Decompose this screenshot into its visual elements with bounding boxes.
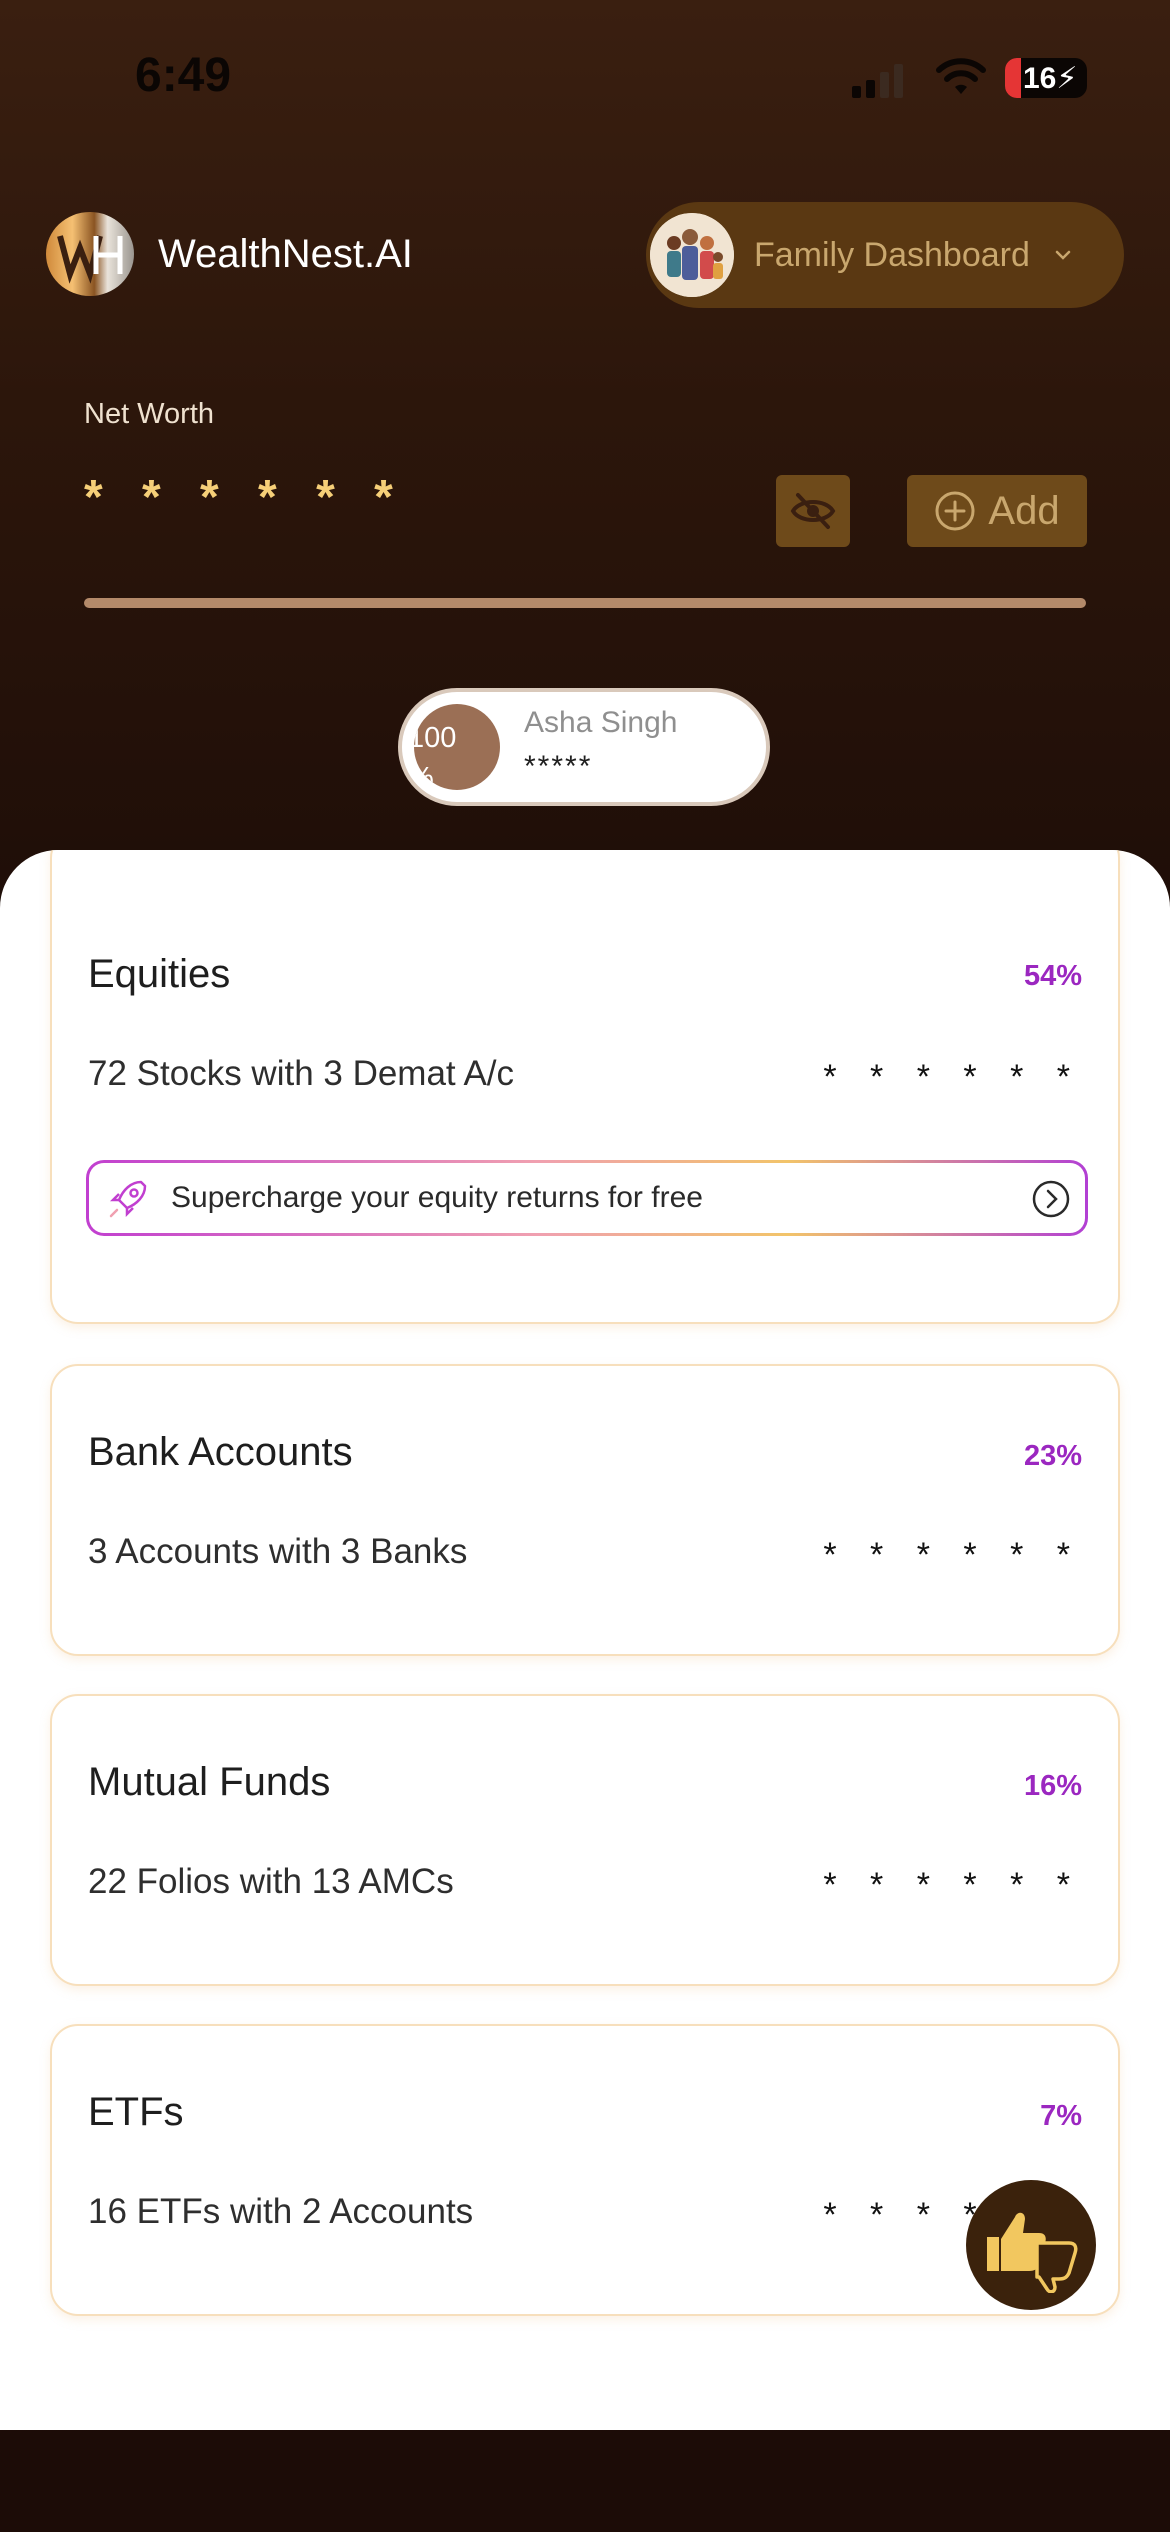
holding-amount: * * * * * * xyxy=(823,1536,1082,1574)
holding-title: Equities xyxy=(88,952,231,996)
member-name: Asha Singh xyxy=(524,706,678,739)
eye-off-icon xyxy=(790,493,836,529)
family-avatar-icon xyxy=(650,213,734,297)
holding-percent: 54% xyxy=(1023,960,1082,992)
add-button-label: Add xyxy=(988,488,1060,533)
family-dashboard-selector[interactable]: Family Dashboard xyxy=(646,202,1124,308)
net-worth-value: * * * * * * xyxy=(84,471,406,524)
promo-text: Supercharge your equity returns for free xyxy=(171,1181,703,1214)
holding-card-equities[interactable]: Equities 54% 72 Stocks with 3 Demat A/c … xyxy=(50,850,1120,1324)
toggle-visibility-button[interactable] xyxy=(776,475,850,547)
chevron-down-icon xyxy=(1055,250,1071,260)
net-worth-label: Net Worth xyxy=(84,398,215,430)
member-selector[interactable]: 100 % Asha Singh ***** xyxy=(398,688,770,806)
brand-name: WealthNest.AI xyxy=(158,231,413,276)
holding-card-mutual-funds[interactable]: Mutual Funds 16% 22 Folios with 13 AMCs … xyxy=(50,1694,1120,1986)
member-share: 100 % xyxy=(414,722,457,790)
logo-icon xyxy=(46,212,134,296)
rocket-icon xyxy=(109,1180,147,1218)
holding-card-etfs[interactable]: ETFs 7% 16 ETFs with 2 Accounts * * * * … xyxy=(50,2024,1120,2316)
net-worth-progress-bar xyxy=(84,598,1086,608)
status-bar: 6:49 16⚡ xyxy=(0,0,1170,150)
promo-banner[interactable]: Supercharge your equity returns for free xyxy=(86,1160,1088,1236)
brand[interactable]: WealthNest.AI xyxy=(46,212,413,296)
wifi-icon xyxy=(936,58,986,94)
member-value: ***** xyxy=(524,750,593,783)
holding-title: ETFs xyxy=(88,2090,184,2134)
signal-icon xyxy=(852,62,912,98)
battery-icon: 16⚡ xyxy=(1005,58,1087,98)
holding-summary: 3 Accounts with 3 Banks xyxy=(88,1532,468,1571)
holding-percent: 7% xyxy=(1040,2100,1082,2132)
holding-summary: 72 Stocks with 3 Demat A/c xyxy=(88,1054,515,1093)
holding-title: Mutual Funds xyxy=(88,1760,331,1804)
status-time: 6:49 xyxy=(135,49,232,102)
holding-amount: * * * * * * xyxy=(823,1058,1082,1096)
holding-card-bank-accounts[interactable]: Bank Accounts 23% 3 Accounts with 3 Bank… xyxy=(50,1364,1120,1656)
holding-summary: 22 Folios with 13 AMCs xyxy=(88,1862,454,1901)
holding-percent: 23% xyxy=(1023,1440,1082,1472)
feedback-button[interactable] xyxy=(966,2180,1096,2310)
battery-level: 16 xyxy=(1023,62,1057,95)
bottom-bar xyxy=(0,2430,1170,2532)
holding-amount: * * * * * * xyxy=(823,1866,1082,1904)
chevron-right-circle-icon[interactable] xyxy=(1031,1179,1071,1219)
member-share-badge: 100 % xyxy=(414,704,500,790)
holding-summary: 16 ETFs with 2 Accounts xyxy=(88,2192,474,2231)
family-dashboard-label: Family Dashboard xyxy=(754,235,1030,274)
plus-circle-icon xyxy=(935,491,975,531)
add-button[interactable]: Add xyxy=(907,475,1087,547)
holding-percent: 16% xyxy=(1023,1770,1082,1802)
feedback-thumbs-icon xyxy=(987,2212,1078,2293)
holding-title: Bank Accounts xyxy=(88,1430,353,1474)
